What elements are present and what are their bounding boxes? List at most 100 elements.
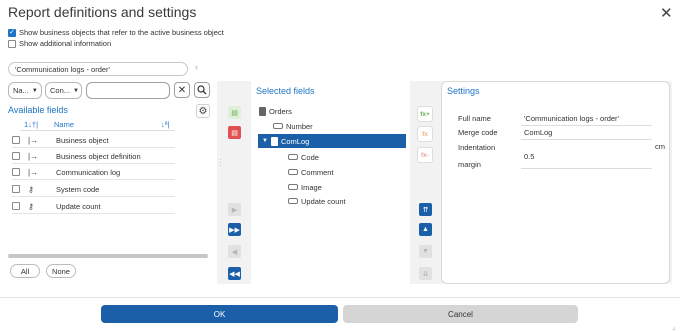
- full-name-field[interactable]: 'Communication logs - order': [521, 112, 652, 126]
- column-name-header[interactable]: Name: [54, 120, 74, 129]
- arrow-into-icon: |→: [28, 135, 39, 145]
- move-up-button[interactable]: ▲: [419, 223, 432, 236]
- available-list-header: 1↓†| Name ↓ª|: [20, 119, 175, 131]
- tree-node-label: Update count: [301, 196, 346, 206]
- field-icon: [288, 169, 298, 175]
- document-icon: [270, 136, 278, 146]
- name-select-value: Na...: [13, 86, 29, 95]
- sort-name-icon[interactable]: ↓ª|: [161, 120, 169, 129]
- item-label: Communication log: [56, 167, 121, 177]
- item-checkbox[interactable]: [12, 202, 20, 210]
- field-icon: [288, 154, 298, 160]
- add-document-icon[interactable]: ▤: [228, 106, 241, 119]
- edit-function-icon[interactable]: fx: [417, 126, 433, 142]
- field-icon: [273, 123, 283, 129]
- list-item[interactable]: ⚷ System code: [12, 182, 175, 197]
- show-additional-checkbox[interactable]: [8, 39, 16, 48]
- tree-node-comment[interactable]: Comment: [288, 165, 334, 179]
- move-down-button[interactable]: ▼: [419, 245, 432, 258]
- close-icon[interactable]: ✕: [660, 4, 673, 22]
- search-input[interactable]: [86, 82, 170, 99]
- item-label: Update count: [56, 201, 101, 211]
- show-refer-label: Show business objects that refer to the …: [19, 28, 224, 37]
- list-item[interactable]: ⚷ Update count: [12, 199, 175, 214]
- document-icon: [259, 106, 266, 116]
- field-icon: [288, 184, 298, 190]
- add-function-icon[interactable]: fx+: [417, 106, 433, 122]
- footer-divider: [0, 297, 680, 298]
- select-none-button[interactable]: None: [46, 264, 76, 278]
- move-right-button[interactable]: ▶: [228, 203, 241, 216]
- arrow-into-icon: |→: [28, 167, 39, 177]
- sort-order-icon[interactable]: 1↓†|: [24, 120, 38, 129]
- arrow-into-icon: |→: [28, 151, 39, 161]
- full-name-label: Full name: [458, 114, 491, 123]
- margin-label: margin: [458, 160, 481, 169]
- merge-code-label: Merge code: [458, 128, 498, 137]
- gear-icon[interactable]: ⚙: [196, 104, 210, 118]
- item-checkbox[interactable]: [12, 152, 20, 160]
- item-label: System code: [56, 184, 100, 194]
- cancel-button[interactable]: Cancel: [343, 305, 578, 323]
- item-checkbox[interactable]: [12, 168, 20, 176]
- available-fields-label: Available fields: [8, 105, 68, 115]
- indentation-field[interactable]: 0.5: [521, 149, 652, 169]
- chevron-down-icon: ▼: [73, 87, 79, 94]
- tree-node-label: ComLog: [280, 136, 310, 146]
- list-item[interactable]: |→ Business object: [12, 133, 175, 148]
- chevron-left-icon[interactable]: ‹: [195, 62, 209, 76]
- move-left-button[interactable]: ◀: [228, 245, 241, 258]
- clear-button[interactable]: ✕: [174, 82, 190, 98]
- tree-node-comlog[interactable]: ▼ ComLog: [258, 134, 406, 148]
- merge-code-field[interactable]: ComLog: [521, 126, 652, 140]
- item-checkbox[interactable]: [12, 136, 20, 144]
- tree-root-label: Orders: [269, 106, 292, 116]
- remove-function-icon[interactable]: fx-: [417, 147, 433, 163]
- show-refer-checkbox[interactable]: ✓: [8, 28, 16, 37]
- resize-grip-icon[interactable]: ⌟: [672, 323, 675, 331]
- context-field[interactable]: 'Communication logs - order': [8, 62, 188, 76]
- search-icon: [197, 85, 207, 95]
- list-item[interactable]: |→ Business object definition: [12, 149, 175, 164]
- move-bottom-button[interactable]: ⇊: [419, 267, 432, 280]
- move-all-right-button[interactable]: ▶▶: [228, 223, 241, 236]
- tree-node-number[interactable]: Number: [273, 119, 313, 133]
- select-all-button[interactable]: All: [10, 264, 40, 278]
- field-icon: [288, 198, 298, 204]
- tree-root[interactable]: Orders: [259, 104, 292, 118]
- condition-select[interactable]: Con... ▼: [45, 82, 82, 99]
- item-label: Business object: [56, 135, 109, 145]
- name-select[interactable]: Na... ▼: [8, 82, 42, 99]
- move-all-left-button[interactable]: ◀◀: [228, 267, 241, 280]
- splitter-handle[interactable]: · · ·: [219, 156, 222, 170]
- delete-document-icon[interactable]: ▤: [228, 126, 241, 139]
- indentation-label: Indentation: [458, 143, 496, 152]
- list-item[interactable]: |→ Communication log: [12, 165, 175, 180]
- key-icon: ⚷: [28, 184, 34, 194]
- tree-node-update-count[interactable]: Update count: [288, 194, 346, 208]
- tree-node-label: Comment: [301, 167, 334, 177]
- show-additional-option[interactable]: Show additional information: [8, 39, 111, 48]
- show-additional-label: Show additional information: [19, 39, 112, 48]
- close-icon: ✕: [177, 84, 187, 96]
- tree-node-image[interactable]: Image: [288, 180, 322, 194]
- ok-button[interactable]: OK: [101, 305, 338, 323]
- caret-down-icon: ▼: [262, 138, 268, 144]
- key-icon: ⚷: [28, 201, 34, 211]
- settings-title: Settings: [447, 86, 480, 96]
- selected-fields-label: Selected fields: [256, 86, 315, 96]
- item-label: Business object definition: [56, 151, 141, 161]
- search-button[interactable]: [194, 82, 210, 98]
- tree-node-label: Code: [301, 152, 319, 162]
- tree-node-label: Image: [301, 182, 322, 192]
- item-checkbox[interactable]: [12, 185, 20, 193]
- indent-unit: cm: [655, 142, 665, 151]
- show-refer-option[interactable]: ✓ Show business objects that refer to th…: [8, 28, 224, 37]
- tree-node-label: Number: [286, 121, 313, 131]
- horizontal-scrollbar[interactable]: [8, 254, 208, 258]
- condition-select-value: Con...: [50, 86, 71, 95]
- chevron-down-icon: ▼: [31, 87, 38, 94]
- tree-node-code[interactable]: Code: [288, 150, 319, 164]
- dialog-title: Report definitions and settings: [8, 4, 197, 20]
- move-top-button[interactable]: ⇈: [419, 203, 432, 216]
